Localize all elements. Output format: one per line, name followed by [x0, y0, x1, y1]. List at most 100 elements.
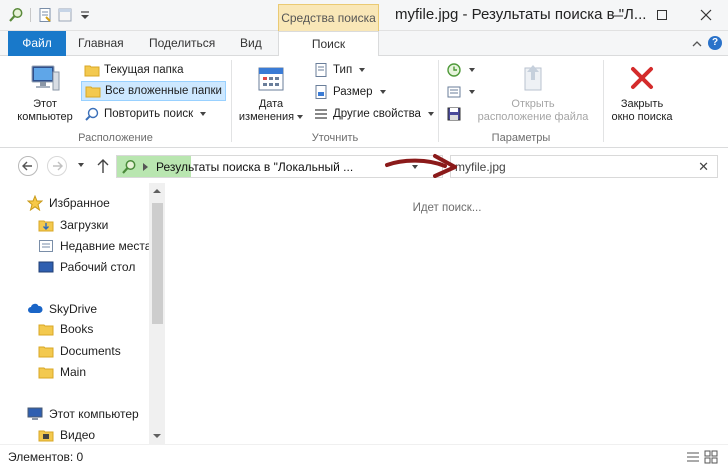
scroll-down-icon[interactable]: [153, 434, 161, 438]
minimize-button[interactable]: [596, 0, 640, 30]
group-label-refine: Уточнить: [311, 132, 359, 144]
size-button[interactable]: Размер: [310, 82, 389, 102]
breadcrumb-separator-icon: [143, 163, 148, 171]
scroll-thumb[interactable]: [152, 203, 163, 324]
folder-icon: [84, 62, 100, 78]
tab-file[interactable]: Файл: [8, 31, 66, 56]
group-label-location: Расположение: [78, 132, 153, 144]
minimize-icon: [613, 15, 623, 17]
help-icon[interactable]: ?: [708, 36, 722, 50]
folder-icon: [38, 364, 54, 380]
open-file-location-button[interactable]: Открыть расположение файла: [469, 60, 597, 124]
type-button[interactable]: Тип: [310, 60, 368, 80]
searching-message: Идет поиск...: [412, 202, 482, 214]
cloud-icon: [27, 301, 43, 317]
tab-view[interactable]: Вид: [228, 31, 274, 56]
file-type-icon: [313, 62, 329, 78]
nav-label: Видео: [60, 428, 96, 442]
nav-item-books[interactable]: Books: [38, 319, 93, 339]
search-again-button[interactable]: Повторить поиск: [81, 104, 209, 124]
date-modified-label: Дата изменения: [234, 98, 308, 124]
search-box[interactable]: myfile.jpg ✕: [450, 155, 718, 178]
nav-label: Недавние места: [60, 239, 152, 253]
nav-item-downloads[interactable]: Загрузки: [38, 215, 108, 235]
navigation-pane: Избранное Загрузки Недавние места Рабочи…: [0, 183, 166, 444]
folder-icon: [38, 343, 54, 359]
arrow-right-icon: [53, 161, 63, 171]
nav-scrollbar[interactable]: [149, 183, 165, 444]
save-search-button[interactable]: [443, 104, 465, 124]
nav-item-video[interactable]: Видео: [38, 425, 95, 445]
clock-icon: [446, 62, 462, 78]
search-again-icon: [84, 106, 100, 122]
nav-item-skydrive[interactable]: SkyDrive: [27, 299, 97, 319]
item-count: Элементов: 0: [8, 450, 84, 464]
this-pc-label: Этот компьютер: [17, 98, 73, 123]
video-folder-icon: [38, 427, 54, 443]
nav-label: Main: [60, 365, 87, 379]
star-icon: [26, 194, 44, 212]
large-icons-view-icon[interactable]: [704, 450, 718, 464]
open-file-location-label: Открыть расположение файла: [477, 98, 589, 123]
group-close: Закрыть окно поиска: [604, 56, 680, 148]
scroll-up-icon[interactable]: [153, 189, 161, 193]
tab-home[interactable]: Главная: [66, 31, 136, 56]
new-folder-icon[interactable]: [57, 7, 73, 23]
desktop-icon: [38, 259, 54, 275]
view-toggle: [686, 450, 718, 464]
nav-item-documents[interactable]: Documents: [38, 341, 121, 361]
close-search-button[interactable]: Закрыть окно поиска: [606, 60, 678, 124]
nav-item-favorites[interactable]: Избранное: [26, 193, 110, 213]
computer-icon: [27, 406, 43, 422]
maximize-button[interactable]: [640, 0, 684, 30]
recent-locations-icon[interactable]: [78, 163, 84, 167]
window-controls: [596, 0, 728, 30]
nav-label: Рабочий стол: [60, 260, 136, 274]
clear-search-icon[interactable]: ✕: [698, 159, 709, 175]
properties-icon[interactable]: [37, 7, 53, 23]
nav-item-recent-places[interactable]: Недавние места: [38, 236, 151, 256]
computer-icon: [29, 62, 61, 94]
other-properties-button[interactable]: Другие свойства: [310, 104, 437, 124]
group-location: Этот компьютер Текущая папка Все вложенн…: [0, 56, 231, 148]
chevron-down-icon: [379, 90, 386, 94]
up-button[interactable]: [96, 157, 110, 175]
nav-label: Этот компьютер: [49, 407, 139, 421]
all-subfolders-button[interactable]: Все вложенные папки: [81, 81, 226, 101]
nav-label: Загрузки: [60, 218, 109, 232]
ribbon-tabs: Файл Главная Поделиться Вид Поиск ?: [0, 31, 728, 57]
this-pc-button[interactable]: Этот компьютер: [10, 60, 80, 124]
ribbon-collapse-icon[interactable]: [692, 38, 702, 48]
close-button[interactable]: [684, 0, 728, 30]
folder-icon: [38, 321, 54, 337]
nav-item-desktop[interactable]: Рабочий стол: [38, 257, 135, 277]
nav-item-this-pc[interactable]: Этот компьютер: [27, 404, 139, 424]
title-bar: Средства поиска myfile.jpg - Результаты …: [0, 0, 728, 31]
red-x-icon: [626, 62, 658, 94]
nav-label: SkyDrive: [49, 302, 98, 316]
chevron-down-icon: [427, 112, 434, 116]
status-bar: Элементов: 0: [0, 444, 728, 470]
date-modified-button[interactable]: Дата изменения: [234, 60, 308, 124]
nav-item-main[interactable]: Main: [38, 362, 86, 382]
other-properties-label: Другие свойства: [333, 108, 421, 120]
close-search-label: Закрыть окно поиска: [611, 98, 673, 123]
tab-search[interactable]: Поиск: [278, 31, 379, 57]
type-label: Тип: [333, 64, 353, 76]
all-subfolders-label: Все вложенные папки: [105, 85, 222, 97]
open-folder-icon: [517, 62, 549, 94]
current-folder-button[interactable]: Текущая папка: [81, 60, 187, 80]
nav-label: Избранное: [49, 196, 110, 210]
arrow-up-icon: [97, 159, 109, 173]
chevron-down-icon: [200, 112, 207, 116]
calendar-icon: [255, 62, 287, 94]
forward-button[interactable]: [47, 156, 67, 176]
qat-customize-icon[interactable]: [77, 7, 93, 23]
context-tab-search-tools: Средства поиска: [278, 4, 379, 31]
details-view-icon[interactable]: [686, 450, 700, 464]
back-button[interactable]: [18, 156, 38, 176]
tab-share[interactable]: Поделиться: [137, 31, 227, 56]
maximize-icon: [657, 10, 667, 20]
results-pane: Идет поиск...: [166, 183, 728, 444]
annotation-arrow-icon: [385, 154, 457, 178]
